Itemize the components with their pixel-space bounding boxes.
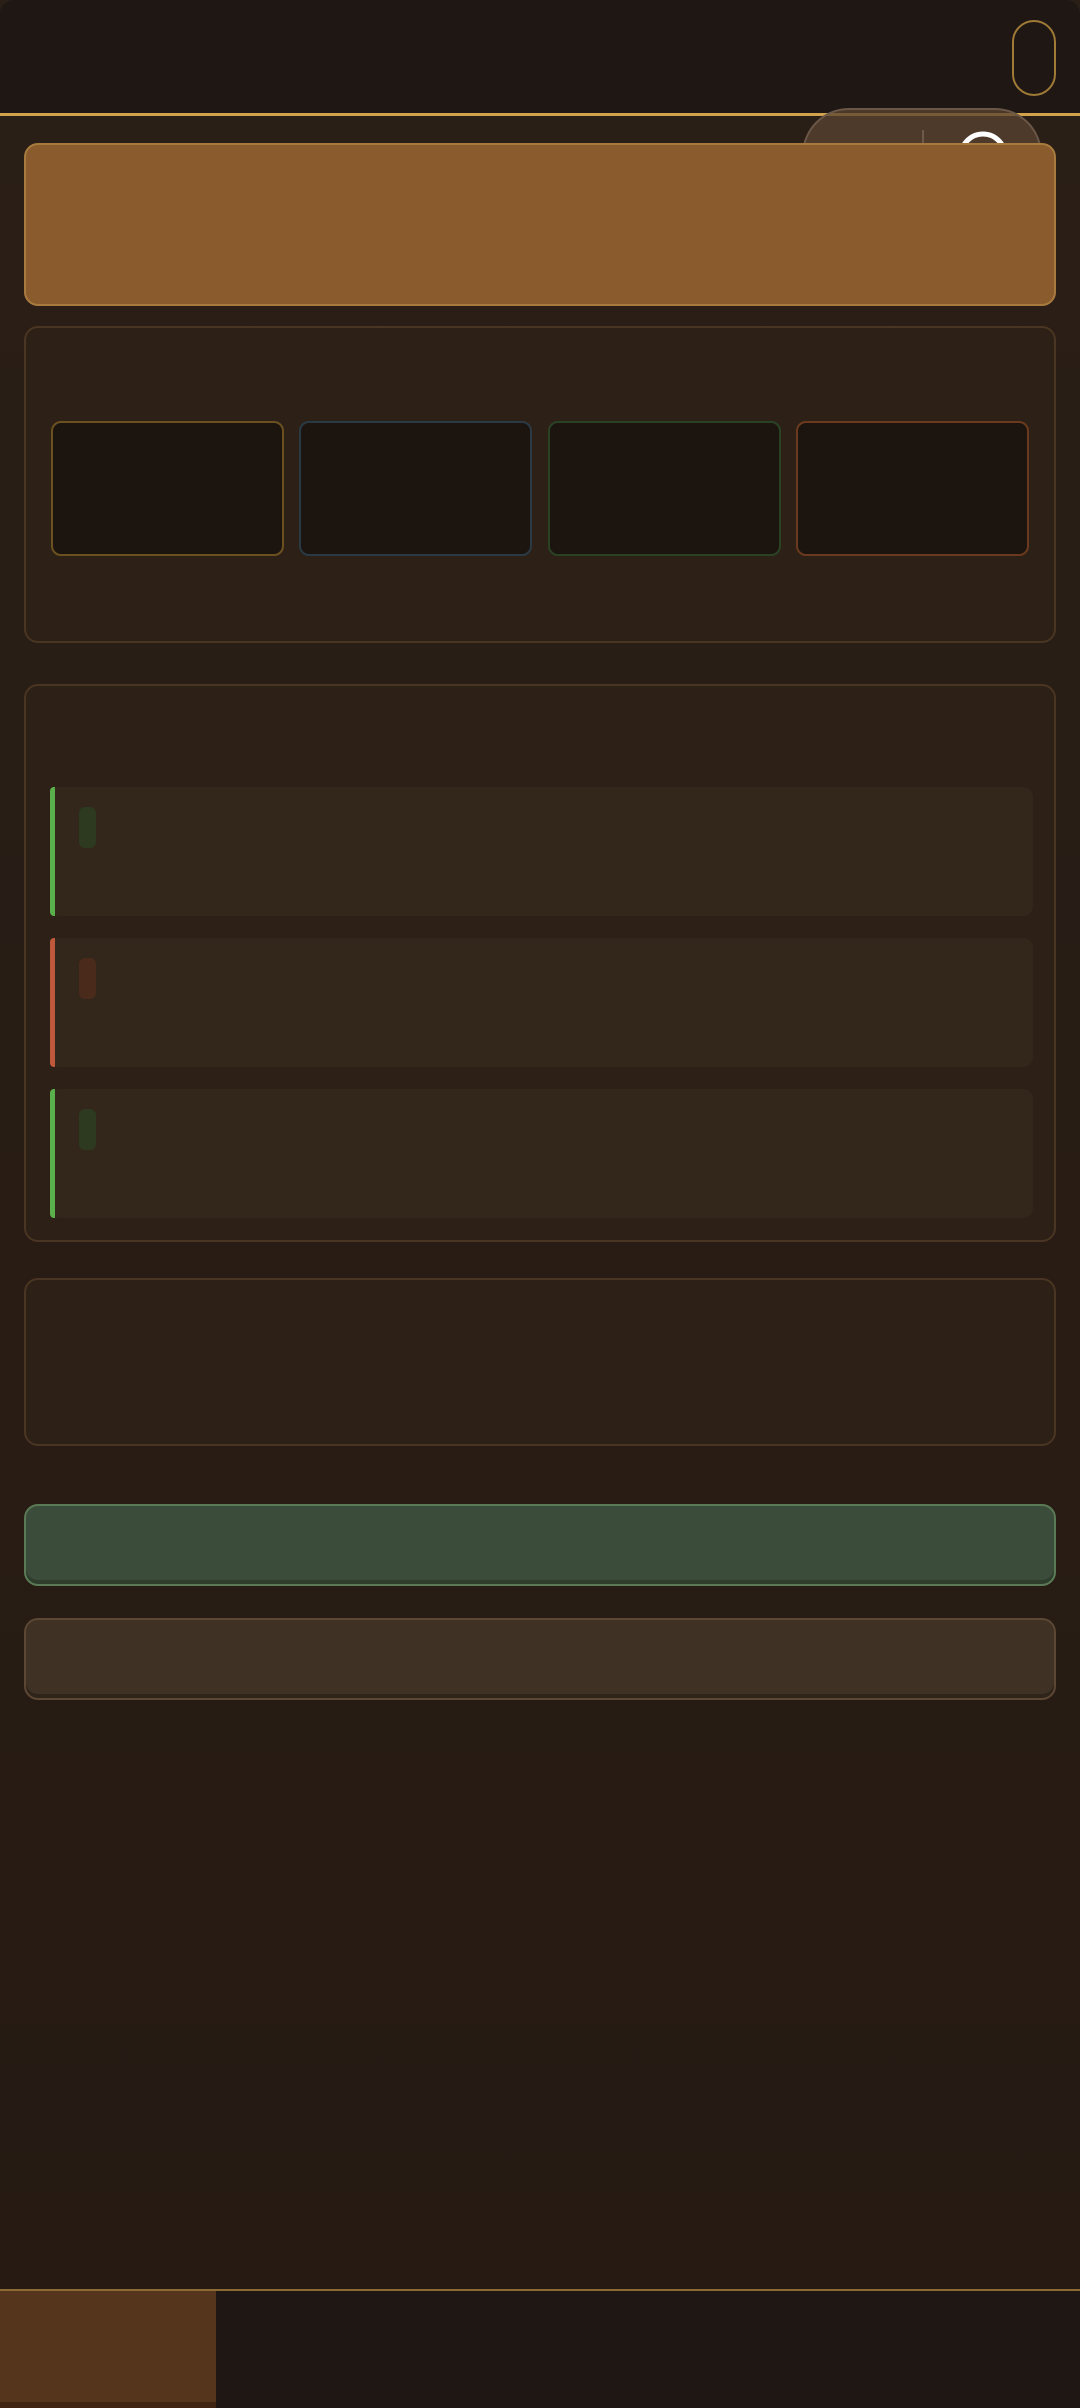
status-tag [79, 1109, 96, 1150]
info-card [24, 1278, 1056, 1446]
status-tag [79, 807, 96, 848]
list-item[interactable] [50, 1089, 1033, 1218]
top-header [0, 0, 1080, 116]
status-accent-bar [50, 787, 55, 916]
list-item[interactable] [50, 787, 1033, 916]
stat-box-4[interactable] [796, 421, 1029, 556]
bottom-nav [0, 2289, 1080, 2408]
status-accent-bar [50, 1089, 55, 1218]
list-item[interactable] [50, 938, 1033, 1067]
stat-box-2[interactable] [299, 421, 532, 556]
secondary-button[interactable] [24, 1618, 1056, 1700]
status-tag [79, 958, 96, 999]
bottom-nav-tab-active[interactable] [0, 2291, 216, 2408]
header-pill-button[interactable] [1012, 20, 1056, 96]
stats-card [24, 326, 1056, 643]
status-accent-bar [50, 938, 55, 1067]
top-banner[interactable] [24, 143, 1056, 306]
list-card [24, 684, 1056, 1242]
stat-box-1[interactable] [51, 421, 284, 556]
primary-button[interactable] [24, 1504, 1056, 1586]
stat-box-3[interactable] [548, 421, 781, 556]
